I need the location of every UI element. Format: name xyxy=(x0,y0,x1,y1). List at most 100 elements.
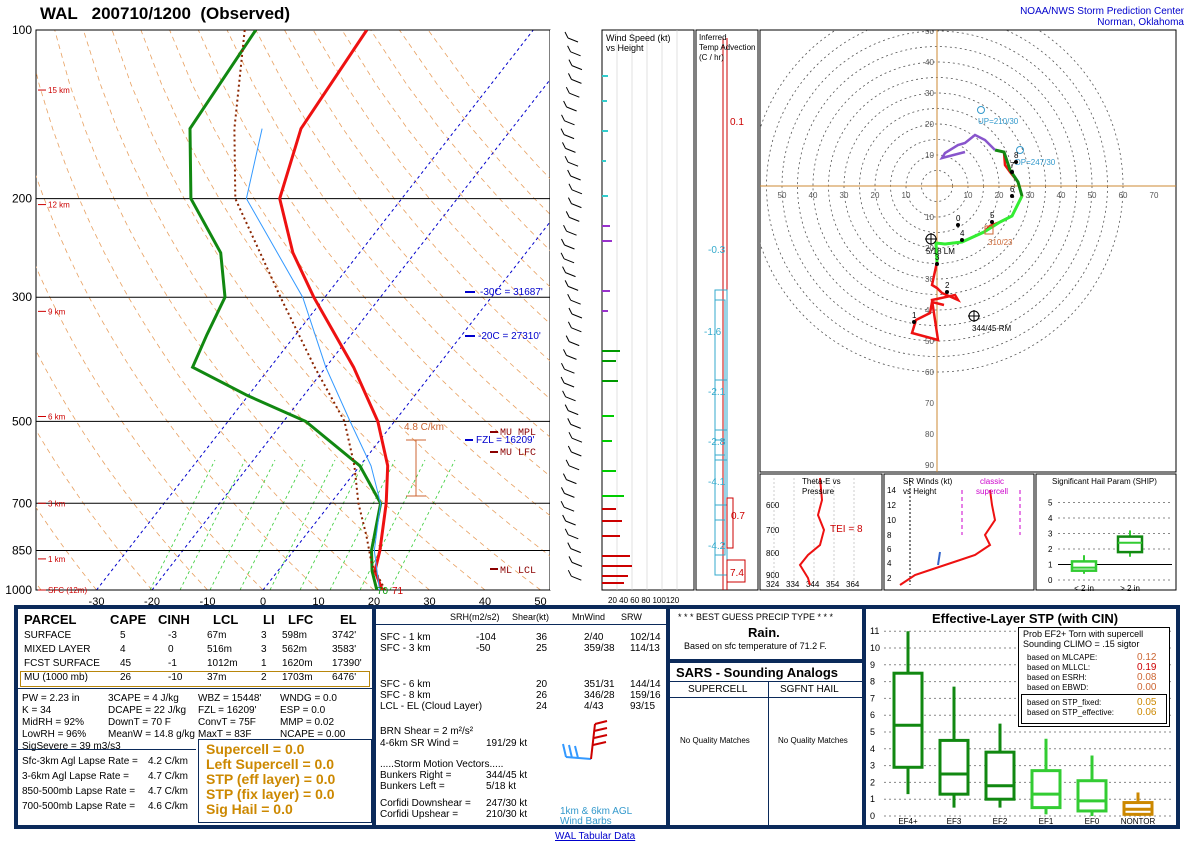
adv-title-2: Temp Advection xyxy=(699,43,756,52)
wind-speed-bar xyxy=(602,350,620,352)
wind-speed-bar xyxy=(602,360,616,362)
parcel-cell: 3583' xyxy=(332,644,357,655)
barb-1km-feather2 xyxy=(568,744,573,759)
km-dot xyxy=(935,262,939,266)
parcel-cell: 45 xyxy=(120,658,132,669)
height-label: 12 km xyxy=(48,201,70,210)
parcel-cell: 1620m xyxy=(282,658,313,669)
ship-x-label: > 2 in xyxy=(1120,584,1140,593)
index-value: WBZ = 15448' xyxy=(198,693,262,704)
theta-title-2: Pressure xyxy=(802,487,835,496)
stp-y-label: 6 xyxy=(870,710,875,720)
pressure-label: 300 xyxy=(12,290,32,304)
hodo-x-label: 40 xyxy=(1057,191,1066,200)
stp-y-label: 10 xyxy=(870,643,880,653)
wind-speed-bar xyxy=(602,440,612,442)
shear-shear: 20 xyxy=(536,679,548,690)
rm-label: 344/45 RM xyxy=(972,324,1011,333)
index-value: PW = 2.23 in xyxy=(22,693,80,704)
pressure-label: 100 xyxy=(12,23,32,37)
temp-tick-label: 10 xyxy=(312,596,324,605)
barb-6km-feather3 xyxy=(593,734,608,739)
parcel-cell: 3 xyxy=(261,644,267,655)
classic-2: supercell xyxy=(976,487,1009,496)
hodo-ring-label-top: 30 xyxy=(925,89,934,98)
shear-shear: 24 xyxy=(536,701,548,712)
srw-y-label: 10 xyxy=(887,516,896,525)
srw-y-label: 2 xyxy=(887,574,892,583)
storm-motion-title: .....Storm Motion Vectors..... xyxy=(380,759,504,770)
stp-prob-label: based on MLCAPE: xyxy=(1027,653,1098,662)
shear-mnwind: 351/31 xyxy=(584,679,615,690)
parcel-cell: -1 xyxy=(168,658,177,669)
adv-value: -1.6 xyxy=(704,327,722,338)
shear-srh: -104 xyxy=(476,632,497,643)
shear-header: MnWind xyxy=(572,612,606,622)
ship-y-label: 3 xyxy=(1048,530,1053,539)
wind-speed-bar xyxy=(602,582,624,584)
severe-param: STP (fix layer) = 0.0 xyxy=(206,786,335,802)
theta-x-label: 334 xyxy=(786,580,800,589)
adv-value: 0.1 xyxy=(730,117,744,128)
shear-row-label: SFC - 6 km xyxy=(380,679,431,690)
parcel-cell: 17390' xyxy=(332,658,362,669)
theta-x-label: 354 xyxy=(826,580,840,589)
stp-y-label: 0 xyxy=(870,811,875,821)
stp-y-label: 1 xyxy=(870,794,875,804)
theta-y-label: 600 xyxy=(766,501,780,510)
height-label: SFC (12m) xyxy=(48,586,87,595)
hodo-x-label: 40 xyxy=(809,191,818,200)
stp-box xyxy=(1076,779,1108,813)
hodo-x-label: 20 xyxy=(995,191,1004,200)
lapse-label: 4.8 C/km xyxy=(404,422,444,433)
li-header: LI xyxy=(263,612,275,627)
skewt-frame xyxy=(35,29,551,591)
stp-prob-label: based on EBWD: xyxy=(1027,683,1089,692)
stp-box xyxy=(938,738,970,796)
ship-box xyxy=(1070,560,1098,572)
index-value: MidRH = 92% xyxy=(22,717,84,728)
barb-1km-feather1 xyxy=(562,743,567,758)
advection-title: Inferred Temp Advection (C / hr) xyxy=(699,33,755,63)
lapse-label: 3-6km Agl Lapse Rate = xyxy=(22,771,130,782)
el-header: EL xyxy=(340,612,357,627)
barb-6km-feather4 xyxy=(592,741,607,746)
height-label: 3 km xyxy=(48,499,66,508)
cape-header: CAPE xyxy=(110,612,147,627)
pressure-label: 700 xyxy=(12,496,32,510)
barb-glyph xyxy=(562,720,608,760)
adv-value: -2.1 xyxy=(708,387,726,398)
sars-supercell-header: SUPERCELL xyxy=(688,684,748,695)
wind-speed-bar xyxy=(602,225,610,227)
index-value: DownT = 70 F xyxy=(108,717,171,728)
shear-shear: 36 xyxy=(536,632,548,643)
stp-x-label: EF0 xyxy=(1085,817,1100,825)
adv-value: -4.2 xyxy=(708,541,726,552)
shear-row-label: SFC - 3 km xyxy=(380,643,431,654)
stp-prob-box: Prob EF2+ Torn with supercell Sounding C… xyxy=(1018,627,1170,727)
hodograph-frame xyxy=(759,29,1177,473)
hodo-x-label: 20 xyxy=(871,191,880,200)
lapse-value: 4.7 C/km xyxy=(148,786,189,797)
tabular-data-link[interactable]: WAL Tabular Data xyxy=(555,831,635,842)
hodo-x-label: 50 xyxy=(778,191,787,200)
stp-prob-label: based on ESRH: xyxy=(1027,673,1087,682)
sars-box: SARS - Sounding Analogs SUPERCELL SGFNT … xyxy=(670,663,862,825)
hodo-x-label: 30 xyxy=(840,191,849,200)
stp-prob-value: 0.00 xyxy=(1137,682,1157,693)
shear-mnwind: 2/40 xyxy=(584,632,604,643)
sars-vdivider xyxy=(768,681,769,825)
adv-value: 7.4 xyxy=(730,568,744,579)
precip-title: * * * BEST GUESS PRECIP TYPE * * * xyxy=(678,612,834,622)
shear-srw: 114/13 xyxy=(630,643,660,654)
shear-shear: 25 xyxy=(536,643,548,654)
adv-value: -2.8 xyxy=(708,437,726,448)
parcel-cell: FCST SURFACE xyxy=(24,658,100,669)
lapse-value: 4.2 C/km xyxy=(148,756,189,767)
index-value: LowRH = 96% xyxy=(22,729,87,740)
up-label: UP=210/30 xyxy=(978,117,1019,126)
sm-label: 310/23 xyxy=(988,238,1013,247)
bunkers-right-value: 344/45 kt xyxy=(486,770,528,781)
wind-speed-bar xyxy=(602,195,608,197)
stp-y-label: 8 xyxy=(870,677,875,687)
